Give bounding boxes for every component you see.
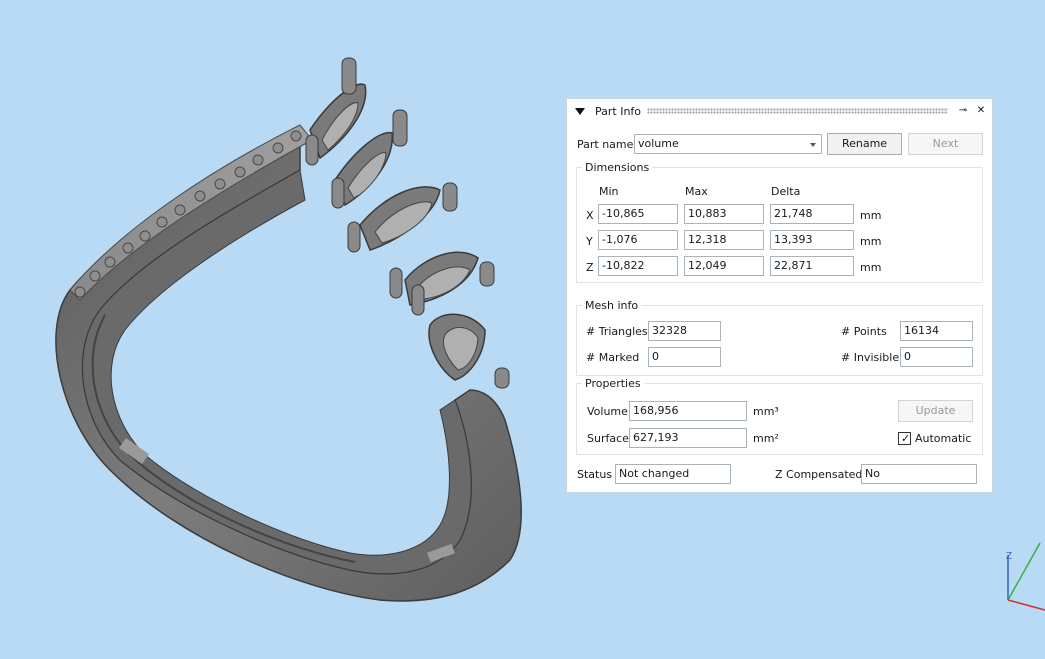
automatic-label: Automatic xyxy=(915,432,972,445)
y-unit: mm xyxy=(860,235,882,248)
status-field[interactable]: Not changed xyxy=(615,464,731,484)
points-field[interactable]: 16134 xyxy=(900,321,973,341)
update-button[interactable]: Update xyxy=(898,400,973,422)
z-min-field[interactable]: -10,822 xyxy=(598,256,678,276)
z-compensated-field[interactable]: No xyxy=(861,464,977,484)
z-compensated-label: Z Compensated xyxy=(775,468,863,481)
rename-button[interactable]: Rename xyxy=(827,133,902,155)
marked-label: # Marked xyxy=(586,351,640,364)
automatic-checkbox[interactable]: ✓ xyxy=(898,432,911,445)
volume-label: Volume xyxy=(587,405,628,418)
invisible-field[interactable]: 0 xyxy=(900,347,973,367)
points-label: # Points xyxy=(841,325,887,338)
panel-title: Part Info xyxy=(595,104,642,118)
x-min-field[interactable]: -10,865 xyxy=(598,204,678,224)
surface-unit: mm² xyxy=(753,432,779,445)
volume-unit: mm³ xyxy=(753,405,779,418)
status-label: Status xyxy=(577,468,613,481)
x-unit: mm xyxy=(860,209,882,222)
surface-label: Surface xyxy=(587,432,629,445)
z-delta-field[interactable]: 22,871 xyxy=(770,256,854,276)
triangles-label: # Triangles xyxy=(586,325,648,338)
dim-header-delta: Delta xyxy=(771,185,801,198)
close-icon[interactable]: ✕ xyxy=(974,104,988,118)
volume-field[interactable]: 168,956 xyxy=(629,401,747,421)
axis-y-label: Y xyxy=(586,235,593,248)
z-max-field[interactable]: 12,049 xyxy=(684,256,764,276)
y-min-field[interactable]: -1,076 xyxy=(598,230,678,250)
part-info-panel: Part Info ⊸ ✕ Part name volume Rename Ne… xyxy=(566,98,993,493)
part-name-value: volume xyxy=(638,137,679,150)
z-axis-label: Z xyxy=(1006,551,1012,562)
x-max-field[interactable]: 10,883 xyxy=(684,204,764,224)
part-name-label: Part name xyxy=(577,138,634,151)
axis-gizmo: Z xyxy=(1006,542,1045,611)
dim-header-min: Min xyxy=(599,185,619,198)
triangles-field[interactable]: 32328 xyxy=(648,321,721,341)
x-delta-field[interactable]: 21,748 xyxy=(770,204,854,224)
z-unit: mm xyxy=(860,261,882,274)
marked-field[interactable]: 0 xyxy=(648,347,721,367)
y-delta-field[interactable]: 13,393 xyxy=(770,230,854,250)
axis-z-label: Z xyxy=(586,261,594,274)
dimensions-title: Dimensions xyxy=(582,161,653,174)
chevron-down-icon xyxy=(810,143,816,147)
drag-grip[interactable] xyxy=(647,108,948,114)
surface-field[interactable]: 627,193 xyxy=(629,428,747,448)
y-max-field[interactable]: 12,318 xyxy=(684,230,764,250)
invisible-label: # Invisible xyxy=(841,351,900,364)
panel-title-bar[interactable]: Part Info ⊸ ✕ xyxy=(567,99,992,123)
axis-x-label: X xyxy=(586,209,594,222)
dim-header-max: Max xyxy=(685,185,708,198)
properties-title: Properties xyxy=(582,377,644,390)
pin-icon[interactable]: ⊸ xyxy=(956,104,970,118)
next-button[interactable]: Next xyxy=(908,133,983,155)
collapse-arrow-icon[interactable] xyxy=(575,107,585,115)
check-icon: ✓ xyxy=(901,432,911,445)
part-name-combo[interactable]: volume xyxy=(634,134,822,154)
mesh-info-title: Mesh info xyxy=(582,299,642,312)
